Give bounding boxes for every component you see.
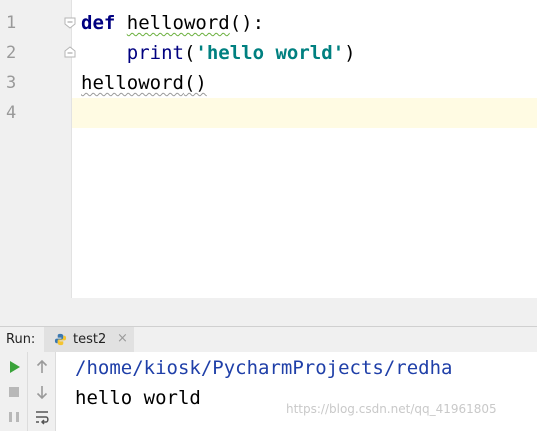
code-punctuation: (	[183, 42, 196, 64]
string-literal: 'hello world'	[195, 42, 345, 64]
arrow-up-icon[interactable]	[33, 358, 51, 376]
python-icon	[54, 333, 67, 346]
console-output-line: hello world	[75, 387, 201, 409]
watermark: https://blog.csdn.net/qq_41961805	[286, 402, 497, 416]
soft-wrap-icon[interactable]	[33, 408, 51, 426]
function-name: helloword	[126, 12, 230, 34]
line-number-gutter: 1 2 3 4	[0, 0, 76, 298]
keyword-def: def	[81, 12, 116, 34]
line-number: 1	[6, 13, 17, 33]
run-tab-label: test2	[73, 332, 107, 347]
function-call: helloword	[81, 72, 184, 94]
editor-divider	[0, 298, 537, 326]
console-command-path[interactable]: /home/kiosk/PycharmProjects/redha	[75, 353, 453, 383]
code-editor[interactable]: 1 2 3 4 def helloword(): print('hello wo…	[0, 0, 537, 298]
run-panel-body: /home/kiosk/PycharmProjects/redha hello …	[0, 352, 537, 431]
play-icon[interactable]	[5, 358, 23, 376]
stop-icon[interactable]	[5, 383, 23, 401]
code-area[interactable]: def helloword(): print('hello world') he…	[73, 0, 537, 298]
code-punctuation: ():	[229, 12, 265, 34]
line-number: 2	[6, 43, 17, 63]
console-output[interactable]: /home/kiosk/PycharmProjects/redha hello …	[57, 352, 537, 431]
close-icon[interactable]: ×	[117, 331, 128, 346]
console-toolbar	[28, 352, 56, 431]
code-line-3: helloword()	[81, 68, 207, 98]
arrow-down-icon[interactable]	[33, 383, 51, 401]
builtin-print: print	[126, 42, 184, 64]
code-line-1: def helloword():	[81, 8, 264, 38]
run-toolbar	[0, 352, 28, 431]
line-number: 3	[6, 73, 17, 93]
pause-icon[interactable]	[5, 408, 23, 426]
code-punctuation: ()	[183, 72, 207, 94]
run-tab-test2[interactable]: test2 ×	[44, 327, 134, 352]
line-number: 4	[6, 103, 17, 123]
code-punctuation: )	[344, 42, 356, 64]
run-panel-header: Run: test2 ×	[0, 326, 537, 352]
run-label: Run:	[6, 332, 36, 347]
code-line-2: print('hello world')	[81, 38, 356, 68]
